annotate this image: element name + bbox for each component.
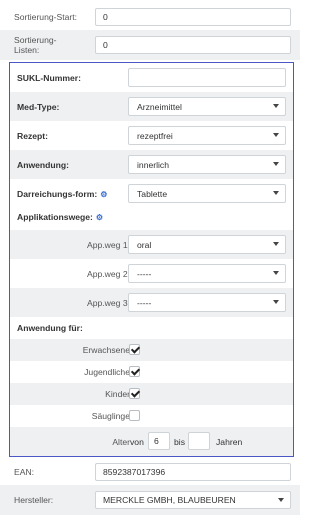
- alter-row: Alter von 6 bis Jahren: [10, 427, 293, 456]
- app-weg-1-value: oral: [137, 239, 152, 250]
- kinder-label: Kinder: [105, 389, 130, 399]
- ean-label: EAN:: [14, 467, 35, 477]
- sukl-input[interactable]: [128, 68, 286, 87]
- app-weg-2-value: -----: [137, 268, 152, 279]
- chevron-down-icon: [273, 242, 279, 246]
- sauglinge-row: Säuglinge: [10, 405, 293, 427]
- chevron-down-icon: [273, 271, 279, 275]
- ean-row: EAN: 8592387017396: [0, 461, 300, 483]
- med-type-select[interactable]: Arzneimittel: [128, 97, 286, 116]
- rezept-row: Rezept: rezeptfrei: [10, 121, 293, 150]
- alter-bis-label: bis: [174, 437, 185, 447]
- cogs-icon[interactable]: ⚙︎: [100, 190, 107, 199]
- med-type-value: Arzneimittel: [137, 101, 182, 112]
- sukl-label: SUKL-Nummer:: [17, 73, 81, 83]
- chevron-down-icon: [273, 104, 279, 108]
- rezept-select[interactable]: rezeptfrei: [128, 126, 286, 145]
- sort-start-label: Sortierung-Start:: [14, 12, 78, 22]
- sort-lists-row: Sortierung-Listen: 0: [0, 30, 300, 60]
- anwendung-row: Anwendung: innerlich: [10, 150, 293, 179]
- next-row-partial: [0, 517, 300, 523]
- rezept-label: Rezept:: [17, 131, 49, 141]
- chevron-down-icon: [273, 133, 279, 137]
- chevron-down-icon: [278, 498, 284, 502]
- erwachsene-row: Erwachsene: [10, 339, 293, 361]
- app-weg-3-value: -----: [137, 297, 152, 308]
- anwendung-value: innerlich: [137, 159, 170, 170]
- alter-label: Alter: [112, 437, 130, 447]
- medication-panel: SUKL-Nummer: Med-Type: Arzneimittel Reze…: [9, 62, 294, 457]
- app-weg-2-select[interactable]: -----: [128, 264, 286, 283]
- anwendung-label: Anwendung:: [17, 160, 70, 170]
- rezept-value: rezeptfrei: [137, 130, 173, 141]
- ean-input[interactable]: 8592387017396: [95, 463, 291, 481]
- med-type-label: Med-Type:: [17, 102, 60, 112]
- anwendung-fuer-label: Anwendung für:: [17, 323, 83, 333]
- chevron-down-icon: [273, 162, 279, 166]
- hersteller-label: Hersteller:: [14, 495, 54, 505]
- app-weg-2-row: App.weg 2: -----: [10, 259, 293, 288]
- app-weg-3-label: App.weg 3:: [87, 298, 130, 308]
- alter-jahren-label: Jahren: [216, 437, 243, 447]
- applikationswege-label-wrap: Applikationswege: ⚙︎: [17, 212, 103, 222]
- alter-von-input[interactable]: 6: [148, 432, 170, 450]
- hersteller-value: MERCKLE GMBH, BLAUBEUREN: [103, 495, 236, 505]
- anwendung-fuer-row: Anwendung für:: [10, 317, 293, 339]
- kinder-checkbox[interactable]: [129, 388, 140, 399]
- hersteller-select[interactable]: MERCKLE GMBH, BLAUBEUREN: [95, 491, 291, 509]
- app-weg-2-label: App.weg 2:: [87, 269, 130, 279]
- sort-start-row: Sortierung-Start: 0: [0, 6, 300, 28]
- erwachsene-label: Erwachsene: [82, 345, 130, 355]
- applikationswege-label: Applikationswege:: [17, 212, 93, 222]
- chevron-down-icon: [273, 300, 279, 304]
- alter-von-label: von: [130, 437, 144, 447]
- app-weg-1-label: App.weg 1:: [87, 240, 130, 250]
- jugendliche-checkbox[interactable]: [129, 366, 140, 377]
- sauglinge-checkbox[interactable]: [129, 410, 140, 421]
- hersteller-row: Hersteller: MERCKLE GMBH, BLAUBEUREN: [0, 485, 300, 515]
- applikationswege-row: Applikationswege: ⚙︎: [10, 208, 293, 230]
- sort-lists-label: Sortierung-Listen:: [14, 35, 57, 55]
- darreichungsform-value: Tablette: [137, 188, 168, 199]
- app-weg-3-select[interactable]: -----: [128, 293, 286, 312]
- app-weg-1-select[interactable]: oral: [128, 235, 286, 254]
- erwachsene-checkbox[interactable]: [129, 344, 140, 355]
- sort-lists-input[interactable]: 0: [95, 36, 291, 54]
- kinder-row: Kinder: [10, 383, 293, 405]
- app-weg-3-row: App.weg 3: -----: [10, 288, 293, 317]
- cogs-icon[interactable]: ⚙︎: [96, 213, 103, 222]
- anwendung-select[interactable]: innerlich: [128, 155, 286, 174]
- darreichungsform-row: Darreichungs-form: ⚙︎ Tablette: [10, 179, 293, 208]
- sauglinge-label: Säuglinge: [91, 411, 130, 421]
- sukl-row: SUKL-Nummer:: [10, 63, 293, 92]
- chevron-down-icon: [273, 191, 279, 195]
- jugendliche-label: Jugendliche: [84, 367, 130, 377]
- alter-bis-input[interactable]: [188, 432, 210, 450]
- sort-start-input[interactable]: 0: [95, 8, 291, 26]
- jugendliche-row: Jugendliche: [10, 361, 293, 383]
- med-type-row: Med-Type: Arzneimittel: [10, 92, 293, 121]
- app-weg-1-row: App.weg 1: oral: [10, 230, 293, 259]
- darreichungsform-label: Darreichungs-form:: [17, 189, 98, 199]
- darreichungsform-label-wrap: Darreichungs-form: ⚙︎: [17, 189, 107, 199]
- darreichungsform-select[interactable]: Tablette: [128, 184, 286, 203]
